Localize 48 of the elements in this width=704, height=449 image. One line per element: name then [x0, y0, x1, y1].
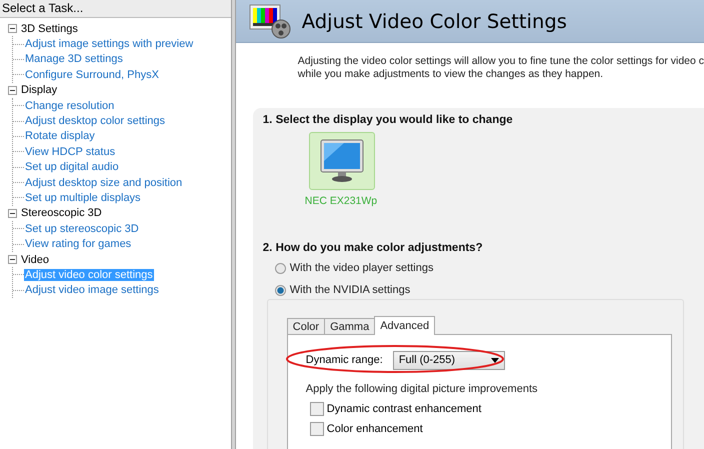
radio-label: With the NVIDIA settings — [290, 284, 410, 296]
section-heading: 1. Select the display you would like to change — [262, 114, 514, 126]
monitor-icon — [318, 137, 366, 185]
tree-group-label[interactable]: 3D Settings — [21, 22, 78, 35]
task-link[interactable]: Adjust image settings with preview — [24, 38, 194, 50]
dropdown-arrow-icon — [490, 358, 499, 362]
collapse-icon[interactable] — [8, 86, 17, 95]
task-link[interactable]: Set up stereoscopic 3D — [24, 222, 140, 235]
checkbox-label: Color enhancement — [326, 423, 423, 435]
collapse-icon[interactable] — [8, 255, 17, 264]
page-description: Adjusting the video color settings will allow you to fine tune the color settings for video c while you make adjustments to view the changes as they happen. — [298, 55, 704, 81]
radio-label: With the video player settings — [290, 262, 434, 274]
radio-button[interactable] — [274, 262, 286, 274]
task-link[interactable]: Adjust desktop size and position — [24, 176, 184, 189]
panel-title: Select a Task... — [0, 0, 231, 18]
dropdown[interactable]: Full (0-255) — [392, 350, 505, 370]
task-link[interactable]: Set up multiple displays — [24, 192, 142, 204]
display-label: NEC EX231Wp — [304, 195, 378, 207]
task-link[interactable]: Rotate display — [24, 130, 96, 142]
task-link[interactable]: Change resolution — [24, 100, 116, 112]
task-link[interactable]: Set up digital audio — [24, 161, 120, 174]
task-link[interactable]: View HDCP status — [24, 146, 116, 158]
display-tile[interactable] — [308, 132, 375, 190]
tree-group-label[interactable]: Display — [21, 84, 58, 96]
task-link[interactable]: Manage 3D settings — [24, 53, 124, 66]
checkbox-label: Dynamic contrast enhancement — [326, 403, 482, 415]
task-link[interactable]: Adjust video color settings — [24, 268, 154, 281]
task-link[interactable]: Configure Surround, PhysX — [24, 68, 160, 81]
improvements-label: Apply the following digital picture improvements — [306, 383, 539, 395]
checkbox[interactable] — [310, 422, 324, 436]
checkbox[interactable] — [310, 402, 324, 416]
field-label: Dynamic range: — [306, 354, 383, 366]
tree-group-label[interactable]: Video — [21, 254, 49, 266]
tab[interactable]: Advanced — [374, 316, 436, 335]
task-link[interactable]: Adjust desktop color settings — [24, 115, 166, 128]
tab[interactable]: Color — [286, 318, 326, 335]
page-title: Adjust Video Color Settings — [302, 10, 567, 32]
task-link[interactable]: View rating for games — [24, 238, 132, 250]
tree-group-label[interactable]: Stereoscopic 3D — [21, 207, 102, 220]
radio-option[interactable]: With the NVIDIA settings — [274, 279, 704, 301]
tab[interactable]: Gamma — [324, 318, 376, 335]
section-heading: 2. How do you make color adjustments? — [262, 242, 484, 254]
radio-button[interactable] — [274, 284, 286, 296]
collapse-icon[interactable] — [8, 24, 17, 34]
task-link[interactable]: Adjust video image settings — [24, 284, 160, 296]
tv-film-reel-icon — [248, 3, 292, 39]
collapse-icon[interactable] — [8, 208, 17, 218]
radio-option[interactable]: With the video player settings — [274, 257, 704, 279]
